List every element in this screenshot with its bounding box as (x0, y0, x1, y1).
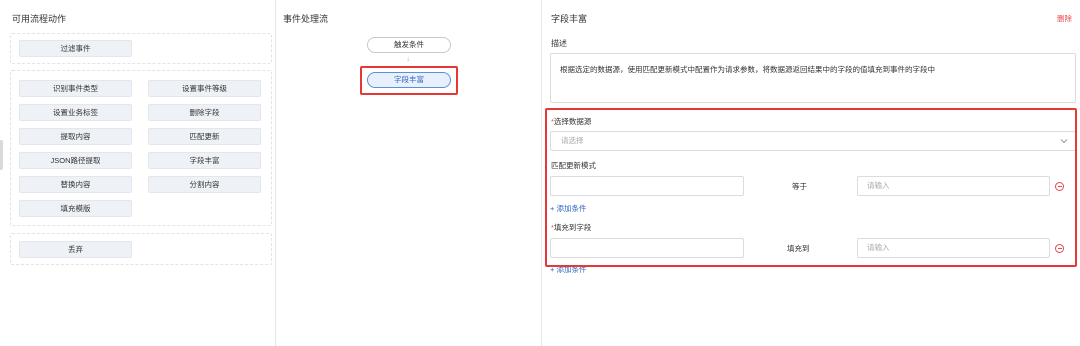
action-split-content[interactable]: 分割内容 (148, 176, 261, 193)
match-field-input[interactable] (550, 176, 744, 196)
fill-target-placeholder: 请输入 (867, 243, 890, 252)
field-enrich-config-panel: 字段丰富 删除 描述 根据选定的数据源，使用匹配更新模式中配置作为请求参数，将数… (542, 0, 1080, 346)
delete-button[interactable]: 删除 (1057, 13, 1072, 24)
action-group-discard: 丢弃 (10, 233, 272, 265)
fill-source-input[interactable] (550, 238, 744, 258)
data-source-label: *选择数据源 (551, 116, 591, 127)
action-group-filter: 过滤事件 (10, 33, 272, 64)
fill-target-input[interactable]: 请输入 (857, 238, 1050, 258)
action-discard[interactable]: 丢弃 (19, 241, 132, 258)
action-set-event-level[interactable]: 设置事件等级 (148, 80, 261, 97)
flow-node-field-enrich[interactable]: 字段丰富 (367, 72, 451, 88)
panel-title: 字段丰富 (551, 14, 588, 24)
match-value-input[interactable]: 请输入 (857, 176, 1050, 196)
fill-field-label: *填充到字段 (551, 222, 591, 233)
description-text: 根据选定的数据源，使用匹配更新模式中配置作为请求参数，将数据源返回结果中的字段的… (550, 53, 1076, 103)
panel-title: 可用流程动作 (12, 14, 67, 24)
panel-title: 事件处理流 (283, 14, 329, 24)
match-operator: 等于 (792, 182, 807, 191)
remove-condition-icon[interactable] (1055, 182, 1064, 191)
description-label: 描述 (551, 39, 567, 48)
match-mode-label: 匹配更新模式 (551, 161, 596, 170)
remove-fill-icon[interactable] (1055, 244, 1064, 253)
data-source-label-text: 选择数据源 (553, 117, 592, 126)
available-actions-panel: 可用流程动作 过滤事件 识别事件类型 设置事件等级 设置业务标签 删除字段 提取… (0, 0, 276, 346)
match-value-placeholder: 请输入 (867, 181, 890, 190)
fill-operator: 填充到 (787, 244, 810, 253)
data-source-select[interactable]: 请选择 (550, 131, 1076, 151)
action-replace-content[interactable]: 替换内容 (19, 176, 132, 193)
flow-arrow-icon: ↓ (406, 54, 410, 63)
chevron-down-icon (1060, 139, 1068, 144)
add-fill-condition-button[interactable]: + 添加条件 (550, 264, 586, 275)
add-match-condition-button[interactable]: + 添加条件 (550, 203, 586, 214)
action-match-update[interactable]: 匹配更新 (148, 128, 261, 145)
action-field-enrich[interactable]: 字段丰富 (148, 152, 261, 169)
event-flow-panel: 事件处理流 触发条件 ↓ 字段丰富 (276, 0, 542, 346)
action-delete-field[interactable]: 删除字段 (148, 104, 261, 121)
action-extract-content[interactable]: 提取内容 (19, 128, 132, 145)
data-source-placeholder: 请选择 (561, 136, 584, 145)
fill-field-label-text: 填充到字段 (553, 223, 592, 232)
flow-node-trigger[interactable]: 触发条件 (367, 37, 451, 53)
action-group-process: 识别事件类型 设置事件等级 设置业务标签 删除字段 提取内容 匹配更新 JSON… (10, 70, 272, 226)
action-identify-event-type[interactable]: 识别事件类型 (19, 80, 132, 97)
action-fill-template[interactable]: 填充模版 (19, 200, 132, 217)
action-set-business-tag[interactable]: 设置业务标签 (19, 104, 132, 121)
action-json-path-extract[interactable]: JSON路径提取 (19, 152, 132, 169)
action-filter-event[interactable]: 过滤事件 (19, 40, 132, 57)
